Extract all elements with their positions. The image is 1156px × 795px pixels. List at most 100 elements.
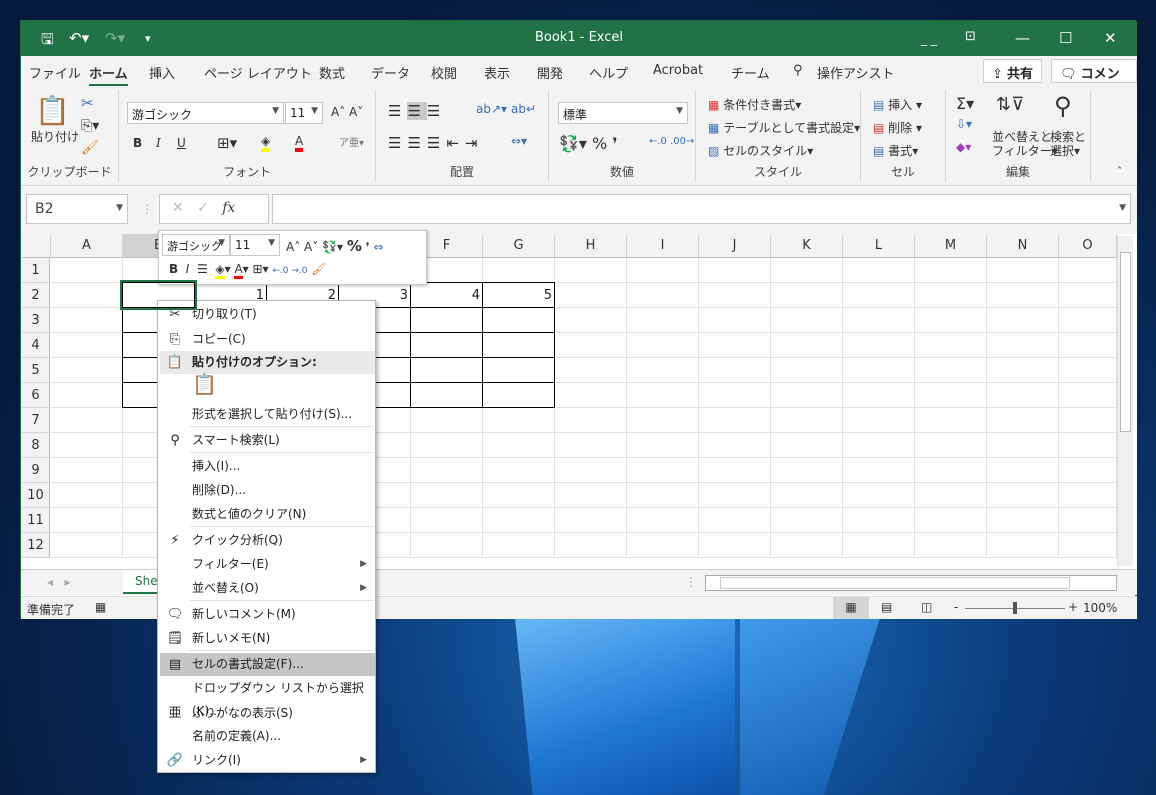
cell-O2[interactable]: [1059, 283, 1117, 308]
cell-F9[interactable]: [411, 458, 483, 483]
cell-L7[interactable]: [843, 408, 915, 433]
column-header-O[interactable]: O: [1059, 234, 1117, 258]
menu-item-11[interactable]: 並べ替え(O) ▶: [160, 577, 375, 600]
menu-item-4[interactable]: 形式を選択して貼り付け(S)...: [160, 403, 375, 426]
cell-G7[interactable]: [483, 408, 555, 433]
cell-K11[interactable]: [771, 508, 843, 533]
format-as-table-button[interactable]: ▦ テーブルとして書式設定▾: [708, 119, 860, 136]
cell-L3[interactable]: [843, 308, 915, 333]
drag-handle-icon[interactable]: ⋮: [141, 202, 153, 216]
tab-developer[interactable]: 開発: [537, 63, 563, 82]
cell-H10[interactable]: [555, 483, 627, 508]
cell-F5[interactable]: [410, 357, 483, 383]
merge-center-icon[interactable]: ⇔▾: [511, 134, 527, 148]
cell-K5[interactable]: [771, 358, 843, 383]
comment-button[interactable]: 🗨 コメント: [1051, 59, 1137, 101]
share-button[interactable]: ⇪ 共有: [983, 59, 1043, 83]
menu-item-12[interactable]: 🗨 新しいコメント(M): [160, 603, 375, 626]
row-header-11[interactable]: 11: [22, 508, 50, 533]
page-layout-view-icon[interactable]: ▤: [881, 600, 892, 614]
user-name[interactable]: _ _: [921, 32, 937, 46]
cell-M10[interactable]: [915, 483, 987, 508]
column-header-M[interactable]: M: [915, 234, 987, 258]
cell-J6[interactable]: [699, 383, 771, 408]
row-header-5[interactable]: 5: [22, 358, 50, 383]
cell-M4[interactable]: [915, 333, 987, 358]
cell-H2[interactable]: [555, 283, 627, 308]
cell-O1[interactable]: [1059, 258, 1117, 283]
copy-icon[interactable]: ⎘▾: [81, 118, 99, 134]
tab-view[interactable]: 表示: [484, 63, 510, 82]
wrap-text-icon[interactable]: ab↵: [511, 102, 536, 116]
cell-K3[interactable]: [771, 308, 843, 333]
horizontal-align-icons[interactable]: ☰☰☰⇤⇥: [388, 134, 483, 152]
tab-acrobat[interactable]: Acrobat: [653, 63, 703, 78]
cancel-icon[interactable]: ✕: [172, 200, 184, 216]
cell-G4[interactable]: [482, 332, 555, 358]
cell-K12[interactable]: [771, 533, 843, 558]
cell-O9[interactable]: [1059, 458, 1117, 483]
cell-M12[interactable]: [915, 533, 987, 558]
column-header-L[interactable]: L: [843, 234, 915, 258]
cell-O8[interactable]: [1059, 433, 1117, 458]
mini-size-select[interactable]: 11 ▼: [230, 234, 280, 256]
cell-I6[interactable]: [627, 383, 699, 408]
cell-H6[interactable]: [555, 383, 627, 408]
cell-G3[interactable]: [482, 307, 555, 333]
bold-button[interactable]: B: [133, 136, 142, 150]
menu-item-6[interactable]: 挿入(I)...: [160, 455, 375, 478]
cell-G2[interactable]: 5: [482, 282, 555, 308]
cell-A4[interactable]: [51, 333, 123, 358]
cell-A11[interactable]: [51, 508, 123, 533]
cell-F8[interactable]: [411, 433, 483, 458]
cell-I11[interactable]: [627, 508, 699, 533]
cell-O10[interactable]: [1059, 483, 1117, 508]
cell-J8[interactable]: [699, 433, 771, 458]
menu-item-1[interactable]: ⎘ コピー(C): [160, 328, 375, 351]
sort-filter-icon[interactable]: ⇅⊽: [996, 94, 1024, 115]
close-icon[interactable]: ✕: [1104, 29, 1117, 47]
cell-M1[interactable]: [915, 258, 987, 283]
tab-formulas[interactable]: 数式: [319, 63, 345, 82]
row-header-6[interactable]: 6: [22, 383, 50, 408]
ribbon-display-icon[interactable]: ⊡: [965, 29, 976, 44]
grow-font-icon[interactable]: A˄ A˅: [331, 105, 363, 119]
mini-format-icons[interactable]: B I ☰ ◈▾ A▾ ⊞▾ ←.0 →.0 🖌: [169, 262, 327, 279]
normal-view-icon[interactable]: ▦: [833, 597, 869, 619]
cell-styles-button[interactable]: ▨ セルのスタイル▾: [708, 142, 813, 159]
find-select-button[interactable]: 検索と 選択▾: [1050, 130, 1086, 158]
vertical-scrollbar[interactable]: [1117, 236, 1133, 566]
cell-M3[interactable]: [915, 308, 987, 333]
menu-item-9[interactable]: ⚡ クイック分析(Q): [160, 529, 375, 552]
format-cells-button[interactable]: ▤ 書式▾: [873, 142, 918, 159]
cell-M11[interactable]: [915, 508, 987, 533]
cell-H5[interactable]: [555, 358, 627, 383]
cell-F2[interactable]: 4: [410, 282, 483, 308]
font-name-select[interactable]: 游ゴシック ▼: [127, 102, 284, 124]
cell-F3[interactable]: [410, 307, 483, 333]
cell-H1[interactable]: [555, 258, 627, 283]
insert-function-button[interactable]: fx: [222, 200, 235, 216]
cell-J12[interactable]: [699, 533, 771, 558]
sheet-nav-icons[interactable]: ◂ ▸: [47, 575, 71, 589]
orientation-icon[interactable]: ab↗▾: [476, 102, 507, 116]
cut-icon[interactable]: ✂: [81, 94, 94, 112]
cell-I8[interactable]: [627, 433, 699, 458]
cell-L2[interactable]: [843, 283, 915, 308]
cell-N6[interactable]: [987, 383, 1059, 408]
cell-M7[interactable]: [915, 408, 987, 433]
zoom-out-button[interactable]: -: [954, 600, 958, 614]
cell-N12[interactable]: [987, 533, 1059, 558]
menu-item-17[interactable]: 名前の定義(A)...: [160, 725, 375, 748]
cell-K2[interactable]: [771, 283, 843, 308]
zoom-slider-thumb[interactable]: [1013, 602, 1017, 614]
cell-H3[interactable]: [555, 308, 627, 333]
fill-icon[interactable]: ⇩▾: [956, 117, 972, 131]
row-header-12[interactable]: 12: [22, 533, 50, 558]
cell-O5[interactable]: [1059, 358, 1117, 383]
cell-I4[interactable]: [627, 333, 699, 358]
cell-J7[interactable]: [699, 408, 771, 433]
cell-G8[interactable]: [483, 433, 555, 458]
cell-F7[interactable]: [411, 408, 483, 433]
cell-I1[interactable]: [627, 258, 699, 283]
